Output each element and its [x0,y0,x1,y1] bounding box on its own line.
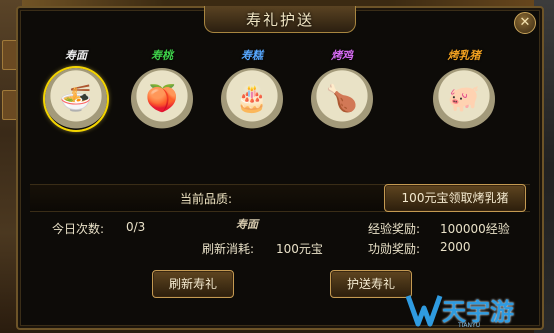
peach-icon: 🍑 [145,84,179,114]
roast-chicken-icon: 🍗 [325,84,359,114]
site-watermark: 天宇游 TIANYU [402,288,552,332]
exp-reward-value: 100000经验 [440,222,510,236]
gift-plate: 🍑 [131,68,193,130]
refresh-cost-value: 100元宝 [276,242,323,256]
current-quality-label: 当前品质: [180,192,233,206]
gift-list: 寿面 🍜 寿桃 🍑 寿糕 🎂 烤鸡 🍗 烤乳猪 🐖 [18,48,542,148]
roast-pig-icon: 🐖 [447,84,481,114]
gift-plate: 🐖 [433,68,495,130]
watermark-subtext: TIANYU [458,322,481,329]
cake-icon: 🎂 [235,84,269,114]
close-button[interactable]: ✕ [514,12,536,34]
gift-item-roast-chicken[interactable]: 烤鸡 🍗 [302,48,382,130]
exp-reward-label: 经验奖励: [368,222,421,236]
merit-reward-value: 2000 [440,240,471,254]
gift-name: 寿桃 [151,49,173,62]
merit-reward-label: 功勋奖励: [368,242,421,256]
daily-count-value: 0/3 [126,220,146,234]
title-plate: 寿礼护送 [204,6,356,33]
refresh-cost-label: 刷新消耗: [202,242,255,256]
gift-name: 寿面 [65,49,87,62]
gift-name: 烤鸡 [331,49,353,62]
current-gift-name: 寿面 [236,218,258,231]
gift-plate: 🍜 [45,68,107,130]
gift-name: 寿糕 [241,49,263,62]
birthday-gift-escort-window: 寿礼护送 ✕ 寿面 🍜 寿桃 🍑 寿糕 🎂 烤鸡 🍗 烤乳猪 🐖 当前品质: 1… [16,6,544,330]
escort-gift-button[interactable]: 护送寿礼 [330,270,412,298]
window-title: 寿礼护送 [245,10,314,29]
gift-plate: 🎂 [221,68,283,130]
gift-plate: 🍗 [311,68,373,130]
gift-name: 烤乳猪 [447,49,481,62]
buy-roast-pig-button[interactable]: 100元宝领取烤乳猪 [384,184,526,212]
gift-item-peach[interactable]: 寿桃 🍑 [122,48,202,130]
gift-item-roast-pig[interactable]: 烤乳猪 🐖 [424,48,504,130]
gift-item-noodles[interactable]: 寿面 🍜 [36,48,116,130]
gift-item-cake[interactable]: 寿糕 🎂 [212,48,292,130]
daily-count-label: 今日次数: [52,222,105,236]
watermark-logo-icon [405,295,443,327]
refresh-gift-button[interactable]: 刷新寿礼 [152,270,234,298]
noodles-icon: 🍜 [59,84,93,114]
